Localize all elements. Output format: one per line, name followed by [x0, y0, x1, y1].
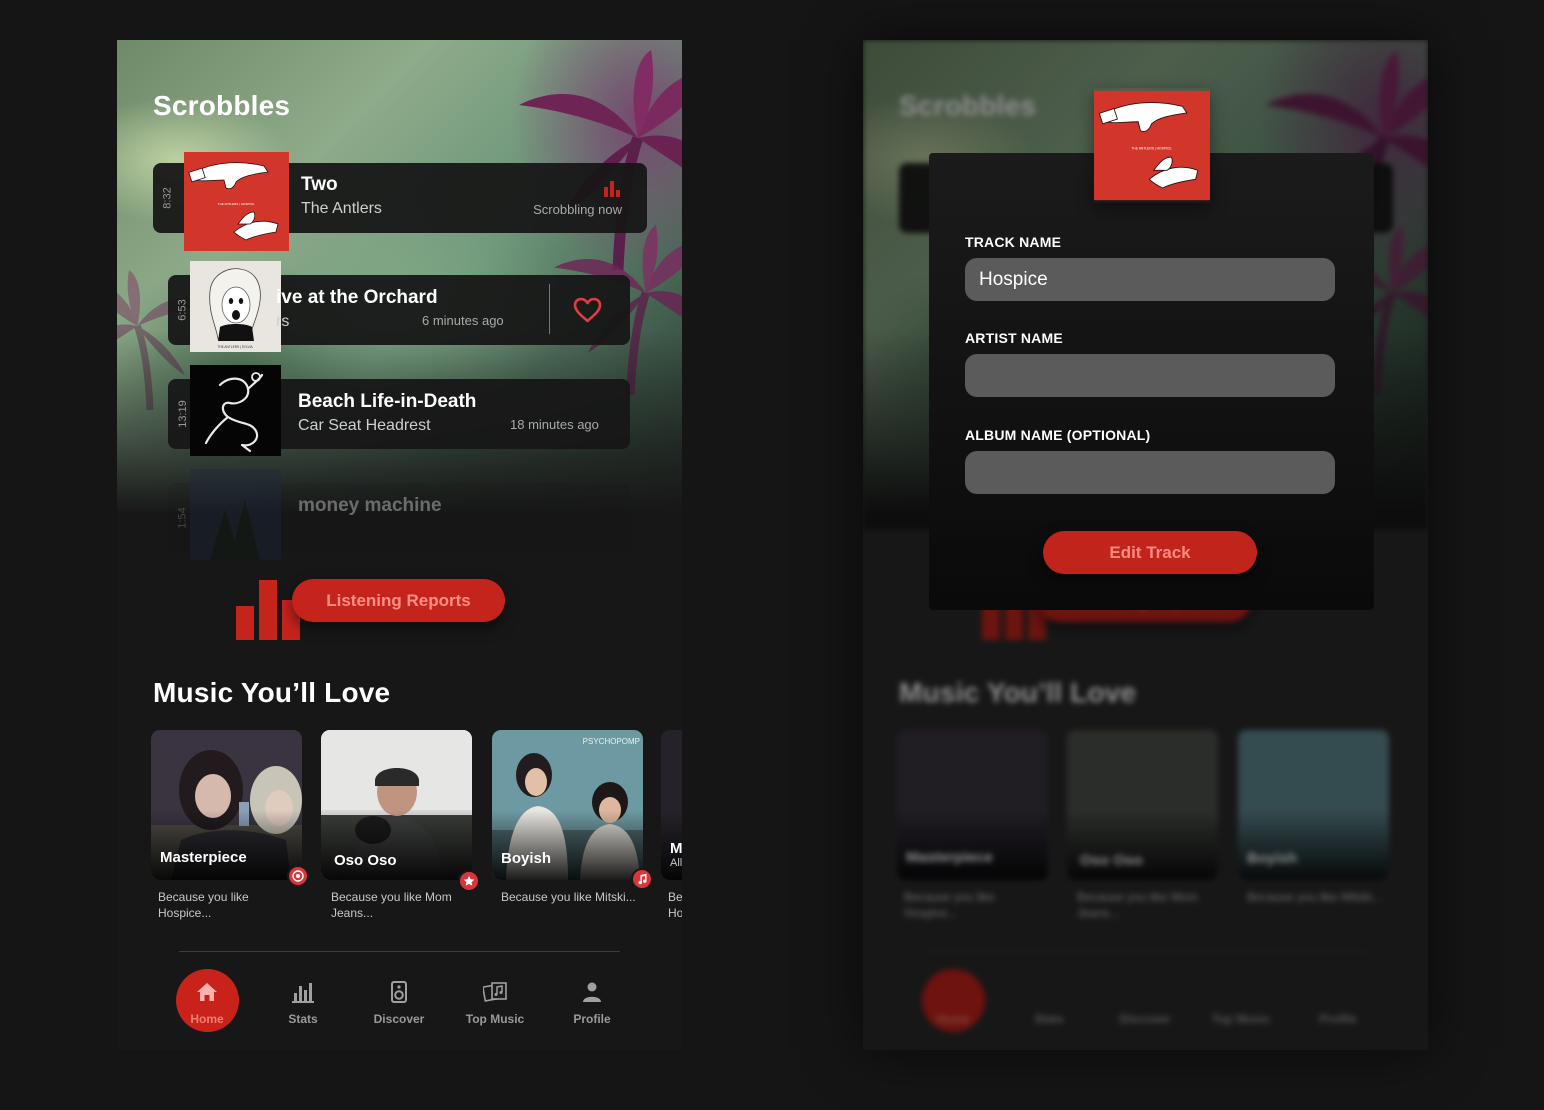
now-playing-bars-icon: [604, 181, 620, 197]
nav-label: Stats: [288, 1012, 318, 1026]
track-title: ive at the Orchard: [276, 287, 438, 308]
nav-profile: Profile: [1319, 1012, 1357, 1026]
nav-label: Profile: [573, 1012, 611, 1026]
recommendation-reason: Be Ho: [668, 890, 682, 920]
recommendation-name: Oso Oso: [334, 852, 397, 869]
stats-icon: [292, 983, 314, 1003]
track-duration: 8:32: [161, 187, 174, 209]
twin-fantasy-cover-art: [190, 365, 281, 456]
recommendation-subtitle: All: [670, 857, 682, 869]
target-icon: [287, 865, 309, 887]
svg-text:THE ANTLERS | SYLVIA: THE ANTLERS | SYLVIA: [217, 345, 253, 349]
home-screen-content: Scrobbles 8:32 THE ANTLERS | HOSPICE Two…: [117, 40, 682, 1050]
recommendation-name: Masterpiece: [160, 849, 247, 866]
hospice-cover-art: THE ANTLERS | HOSPICE: [184, 152, 289, 251]
track-artist: Car Seat Headrest: [298, 417, 431, 434]
recommendation-name: Boyish: [501, 850, 552, 867]
scrobble-status: 6 minutes ago: [422, 313, 504, 328]
scrobbles-title: Scrobbles: [153, 90, 291, 121]
nav-top-music: Top Music: [1211, 1012, 1271, 1026]
track-title: Beach Life-in-Death: [298, 391, 477, 412]
music-youll-love-title: Music You’ll Love: [899, 677, 1137, 708]
speaker-icon: [391, 981, 407, 1003]
svg-text:THE ANTLERS | HOSPICE: THE ANTLERS | HOSPICE: [218, 202, 254, 206]
profile-icon: [583, 982, 601, 1002]
recommendation-reason: Because you like Hospice...: [158, 890, 249, 920]
recommendation-name: Oso Oso: [1080, 852, 1143, 869]
nav-discover[interactable]: Discover: [359, 970, 439, 1034]
scrobble-status: Scrobbling now: [533, 202, 622, 217]
hospice-cover-art: THE ANTLERS | HOSPICE: [1094, 90, 1210, 201]
scrobble-row[interactable]: 13:19 Beach Life-in-Death Car Seat Headr…: [168, 365, 630, 456]
recommendation-reason: Because you like Mitski...: [501, 890, 636, 904]
edit-track-button[interactable]: Edit Track: [1043, 531, 1257, 574]
nav-label: Top Music: [465, 1012, 525, 1026]
home-screen: Scrobbles 8:32 THE ANTLERS | HOSPICE Two…: [117, 40, 682, 1050]
artist-name-label: ARTIST NAME: [965, 330, 1063, 346]
track-artist: The Antlers: [301, 200, 382, 217]
nav-stats: Stats: [1034, 1012, 1064, 1026]
track-title: money machine: [298, 495, 442, 516]
listening-reports-button[interactable]: Listening Reports: [292, 579, 505, 622]
heart-icon[interactable]: [573, 297, 602, 323]
track-name-input[interactable]: [965, 258, 1335, 301]
track-artist: rs: [276, 313, 290, 330]
recommendation-name: M: [670, 840, 682, 857]
scrobble-status: 18 minutes ago: [510, 417, 599, 432]
nav-divider: [925, 951, 1366, 952]
divider: [549, 284, 550, 334]
nav-label: Home: [190, 1012, 224, 1026]
nav-top-music[interactable]: Top Music: [455, 970, 535, 1034]
scrobble-row[interactable]: 6:53 THE ANTLERS | SYLVIA ive at the Orc…: [168, 261, 630, 352]
album-name-label: ALBUM NAME (OPTIONAL): [965, 427, 1151, 443]
album-name-input[interactable]: [965, 451, 1335, 494]
night-cover-art: [190, 469, 281, 560]
scrobble-row[interactable]: 1:54 money machine: [168, 469, 630, 560]
scrobbles-title: Scrobbles: [899, 90, 1037, 121]
artist-name-input[interactable]: [965, 354, 1335, 397]
edit-track-screen: Scrobbles Listening Reports Music You’ll…: [863, 40, 1428, 1050]
track-title: Two: [301, 174, 338, 195]
svg-text:PSYCHOPOMP: PSYCHOPOMP: [583, 737, 640, 746]
scrobble-row-now-playing[interactable]: 8:32 THE ANTLERS | HOSPICE Two The Antle…: [153, 152, 647, 251]
nav-home[interactable]: Home: [167, 970, 247, 1034]
recommendation-reason: Because you like Mitski...: [1247, 890, 1382, 904]
nav-home: Home: [936, 1012, 970, 1026]
nav-discover: Discover: [1119, 1012, 1171, 1026]
sylvia-cover-art: THE ANTLERS | SYLVIA: [190, 261, 281, 352]
music-note-icon: [631, 868, 653, 890]
recommendation-reason: Because you like Mom Jeans...: [331, 890, 452, 920]
recommendation-reason: Because you like Hospice...: [904, 890, 995, 920]
recommendation-name: Masterpiece: [906, 849, 993, 866]
track-name-label: TRACK NAME: [965, 234, 1062, 250]
nav-profile[interactable]: Profile: [552, 970, 632, 1034]
recommendation-reason: Because you like Mom Jeans...: [1077, 890, 1198, 920]
nav-label: Discover: [373, 1012, 425, 1026]
albums-icon: [483, 982, 507, 1002]
nav-stats[interactable]: Stats: [263, 970, 343, 1034]
recommendation-name: Boyish: [1247, 850, 1298, 867]
reports-bars-icon: [236, 580, 300, 640]
nav-divider: [179, 951, 620, 952]
svg-text:THE ANTLERS | HOSPICE: THE ANTLERS | HOSPICE: [1131, 146, 1172, 150]
music-youll-love-title: Music You’ll Love: [153, 677, 391, 708]
home-icon: [197, 983, 217, 1001]
